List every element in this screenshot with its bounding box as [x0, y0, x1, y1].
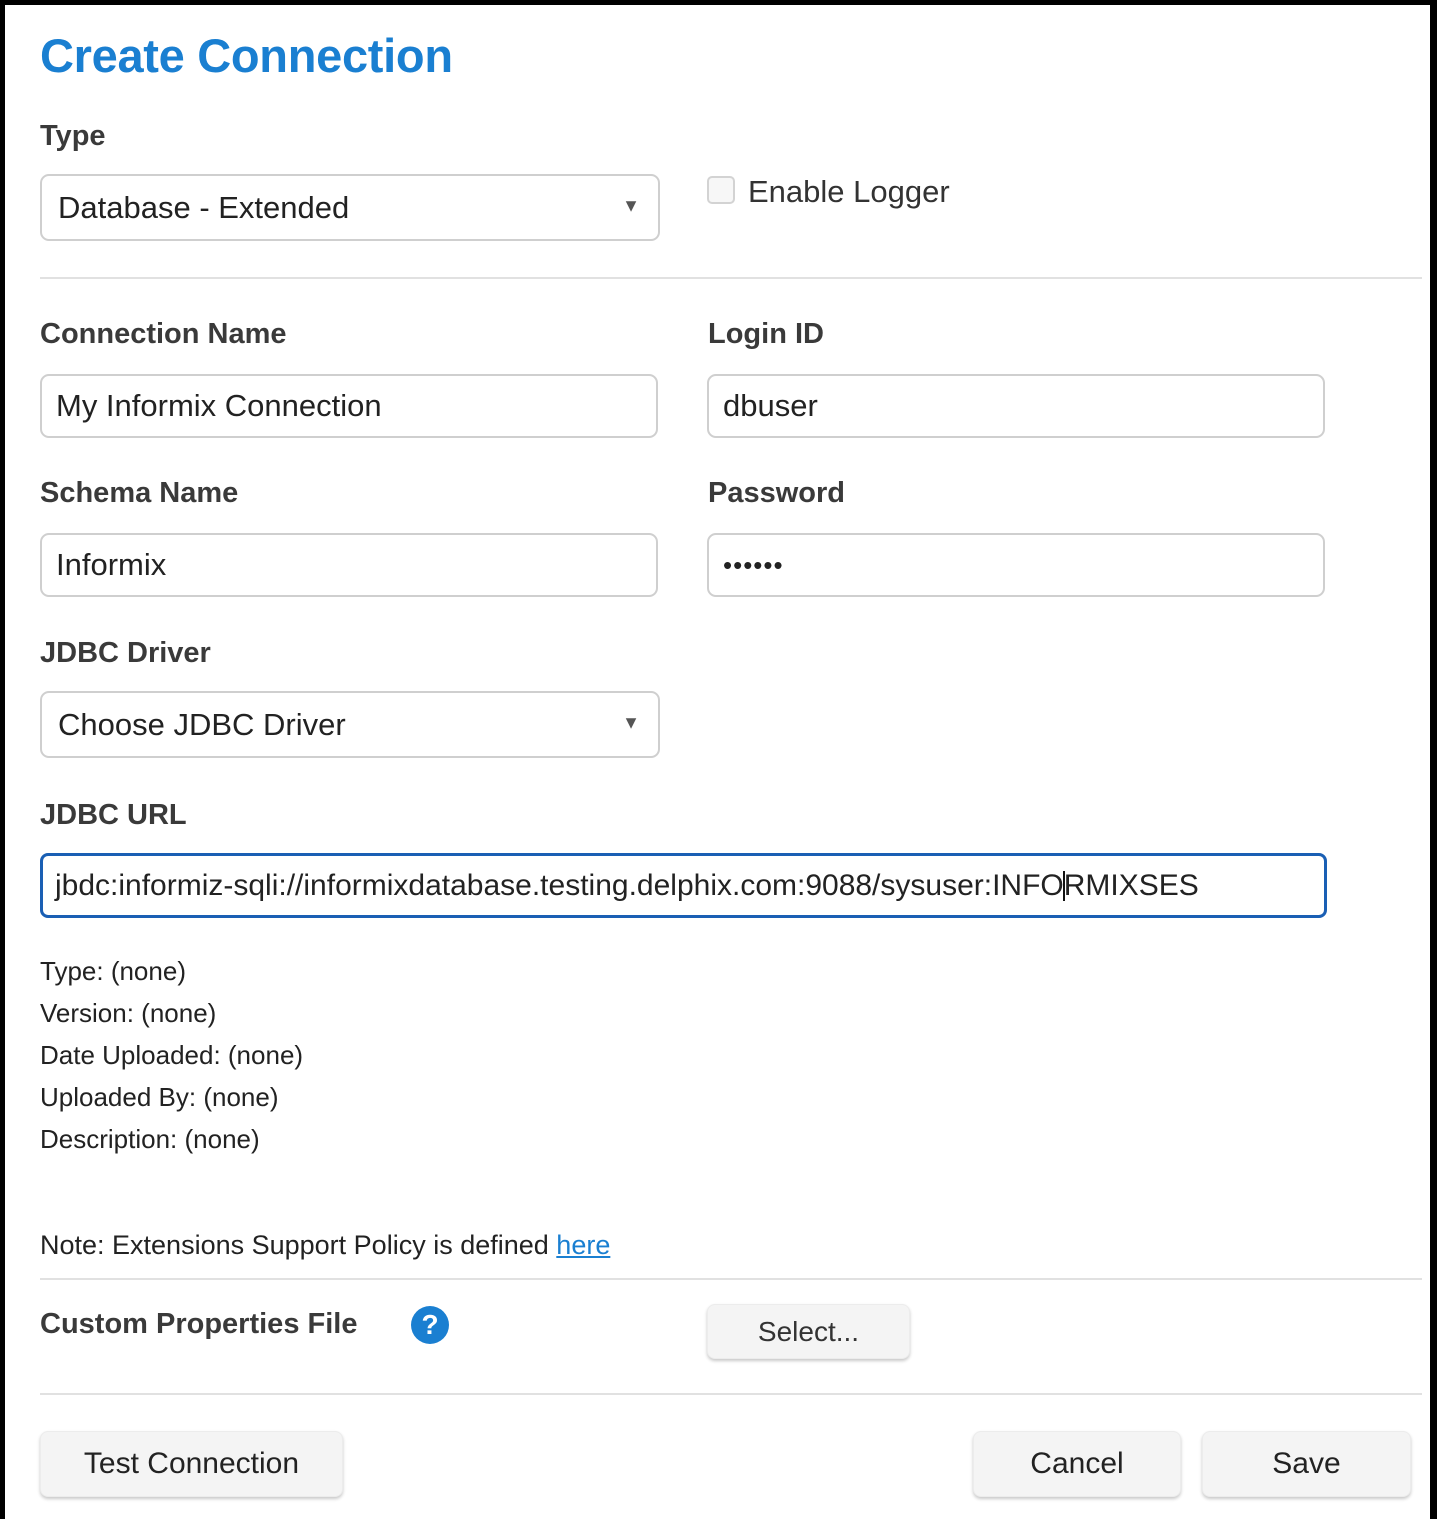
support-policy-note: Note: Extensions Support Policy is defin…	[40, 1230, 610, 1261]
driver-type-text: Type: (none)	[40, 956, 186, 986]
password-label: Password	[708, 477, 845, 509]
help-icon[interactable]: ?	[411, 1306, 449, 1344]
chevron-down-icon: ▼	[622, 711, 640, 732]
divider	[40, 1393, 1422, 1395]
password-value: ••••••	[723, 549, 784, 580]
jdbc-url-value-end: RMIXSES	[1063, 868, 1199, 902]
enable-logger-checkbox[interactable]	[707, 176, 735, 204]
save-button[interactable]: Save	[1202, 1431, 1411, 1497]
password-input[interactable]: ••••••	[707, 533, 1325, 597]
schema-name-value: Informix	[56, 547, 167, 582]
type-select-value: Database - Extended	[58, 189, 350, 225]
support-policy-link[interactable]: here	[556, 1230, 610, 1260]
type-select[interactable]: Database - Extended ▼	[40, 174, 660, 241]
divider	[40, 1278, 1422, 1280]
jdbc-url-input[interactable]: jbdc:informiz-sqli://informixdatabase.te…	[40, 853, 1327, 918]
test-connection-button[interactable]: Test Connection	[40, 1431, 343, 1497]
jdbc-url-label: JDBC URL	[40, 799, 187, 831]
divider	[40, 277, 1422, 279]
jdbc-driver-select[interactable]: Choose JDBC Driver ▼	[40, 691, 660, 758]
driver-version-text: Version: (none)	[40, 998, 217, 1028]
dialog-title: Create Connection	[40, 29, 453, 82]
support-policy-note-text: Note: Extensions Support Policy is defin…	[40, 1230, 557, 1260]
chevron-down-icon: ▼	[622, 194, 640, 215]
jdbc-url-value-start: jbdc:informiz-sqli://informixdatabase.te…	[55, 868, 1064, 902]
driver-uploaded-by-text: Uploaded By: (none)	[40, 1082, 279, 1112]
custom-properties-label: Custom Properties File	[40, 1308, 358, 1340]
connection-name-label: Connection Name	[40, 318, 287, 350]
connection-name-value: My Informix Connection	[56, 388, 382, 423]
schema-name-input[interactable]: Informix	[40, 533, 658, 597]
enable-logger-label: Enable Logger	[748, 174, 950, 209]
type-label: Type	[40, 120, 106, 152]
login-id-input[interactable]: dbuser	[707, 374, 1325, 438]
connection-name-input[interactable]: My Informix Connection	[40, 374, 658, 438]
schema-name-label: Schema Name	[40, 477, 239, 509]
select-file-button[interactable]: Select...	[707, 1304, 910, 1359]
login-id-label: Login ID	[708, 318, 824, 350]
driver-info: Type: (none) Version: (none) Date Upload…	[40, 950, 303, 1160]
login-id-value: dbuser	[723, 388, 818, 423]
driver-date-uploaded-text: Date Uploaded: (none)	[40, 1040, 304, 1070]
jdbc-driver-select-value: Choose JDBC Driver	[58, 706, 346, 742]
driver-description-text: Description: (none)	[40, 1124, 260, 1154]
cancel-button[interactable]: Cancel	[973, 1431, 1181, 1497]
jdbc-driver-label: JDBC Driver	[40, 637, 211, 669]
